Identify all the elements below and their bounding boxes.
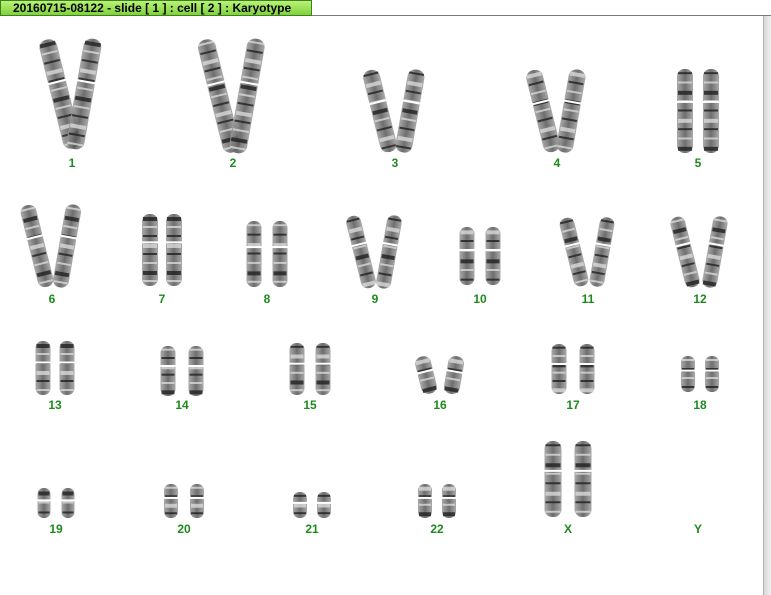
chromosome-16-a[interactable] xyxy=(413,354,440,395)
chromosome-13-b[interactable] xyxy=(58,341,76,395)
chromosome-12-b[interactable] xyxy=(700,215,729,289)
chromosome-11-a[interactable] xyxy=(557,216,590,288)
chromosome-21-b[interactable] xyxy=(316,492,332,518)
chromosome-label-12: 12 xyxy=(693,292,707,306)
chromosome-label-8: 8 xyxy=(263,292,271,306)
chromosome-18-a[interactable] xyxy=(680,356,696,392)
chromosome-5-b[interactable] xyxy=(702,69,720,153)
chromosome-8-a[interactable] xyxy=(245,221,263,287)
chromosome-4-a[interactable] xyxy=(524,68,563,154)
chromosome-15-b[interactable] xyxy=(314,343,332,395)
chromosome-4-b[interactable] xyxy=(554,68,587,154)
chromosome-label-10: 10 xyxy=(473,292,487,306)
chromosome-label-17: 17 xyxy=(566,398,580,412)
chromosome-3-a[interactable] xyxy=(361,68,400,154)
chromosome-20-a[interactable] xyxy=(163,484,179,518)
chromosome-14-a[interactable] xyxy=(159,346,177,396)
chromosome-label-Y: Y xyxy=(693,522,702,536)
chromosome-X-a[interactable] xyxy=(543,441,563,517)
chromosome-label-3: 3 xyxy=(391,156,399,170)
chromosome-label-4: 4 xyxy=(553,156,561,170)
chromosome-17-b[interactable] xyxy=(578,344,596,394)
chromosome-13-a[interactable] xyxy=(34,341,52,395)
chromosome-label-20: 20 xyxy=(177,522,191,536)
chromosome-label-11: 11 xyxy=(581,292,595,306)
chromosome-6-b[interactable] xyxy=(51,203,83,289)
chromosome-8-b[interactable] xyxy=(271,221,289,287)
chromosome-1-b[interactable] xyxy=(64,37,103,151)
chromosome-X-b[interactable] xyxy=(573,441,593,517)
chromosome-label-7: 7 xyxy=(158,292,166,306)
chromosome-10-a[interactable] xyxy=(458,227,476,285)
chromosome-16-b[interactable] xyxy=(442,355,466,396)
chromosome-22-a[interactable] xyxy=(417,484,433,518)
chromosome-label-9: 9 xyxy=(371,292,379,306)
chromosome-label-13: 13 xyxy=(48,398,62,412)
chromosome-15-a[interactable] xyxy=(288,343,306,395)
chromosome-label-15: 15 xyxy=(303,398,317,412)
chromosome-20-b[interactable] xyxy=(189,484,205,518)
chromosome-label-16: 16 xyxy=(433,398,447,412)
chromosome-label-22: 22 xyxy=(430,522,444,536)
chromosome-3-b[interactable] xyxy=(393,68,426,154)
chromosome-label-14: 14 xyxy=(175,398,189,412)
chromosome-label-21: 21 xyxy=(305,522,319,536)
chromosome-17-a[interactable] xyxy=(550,344,568,394)
chromosome-14-b[interactable] xyxy=(187,346,205,396)
chromosome-label-2: 2 xyxy=(229,156,237,170)
chromosome-7-a[interactable] xyxy=(141,214,159,286)
chromosome-label-X: X xyxy=(563,522,572,536)
chromosome-label-19: 19 xyxy=(49,522,63,536)
chromosome-label-6: 6 xyxy=(48,292,56,306)
chromosome-19-b[interactable] xyxy=(60,488,76,518)
chromosome-7-b[interactable] xyxy=(165,214,183,286)
chromosome-6-a[interactable] xyxy=(18,203,56,289)
chromosome-19-a[interactable] xyxy=(36,488,52,518)
chromosome-label-1: 1 xyxy=(68,156,76,170)
chromosome-9-b[interactable] xyxy=(374,214,404,290)
vertical-scrollbar[interactable] xyxy=(763,16,771,595)
chromosome-label-18: 18 xyxy=(693,398,707,412)
chromosome-label-5: 5 xyxy=(694,156,702,170)
window-title-tab[interactable]: 20160715-08122 - slide [ 1 ] : cell [ 2 … xyxy=(0,0,312,16)
chromosome-11-b[interactable] xyxy=(588,216,617,288)
chromosome-12-a[interactable] xyxy=(668,215,702,289)
chromosome-21-a[interactable] xyxy=(292,492,308,518)
karyogram-panel: 1 2 3 4 5 6 7 8 9 10 11 12 13 14 15 16 17 18 19 20 21 22 X Y xyxy=(0,16,763,595)
chromosome-18-b[interactable] xyxy=(704,356,720,392)
chromosome-2-b[interactable] xyxy=(227,37,267,155)
chromosome-22-b[interactable] xyxy=(441,484,457,518)
window-title: 20160715-08122 - slide [ 1 ] : cell [ 2 … xyxy=(13,1,292,15)
chromosome-9-a[interactable] xyxy=(344,214,378,290)
chromosome-5-a[interactable] xyxy=(676,69,694,153)
chromosome-10-b[interactable] xyxy=(484,227,502,285)
